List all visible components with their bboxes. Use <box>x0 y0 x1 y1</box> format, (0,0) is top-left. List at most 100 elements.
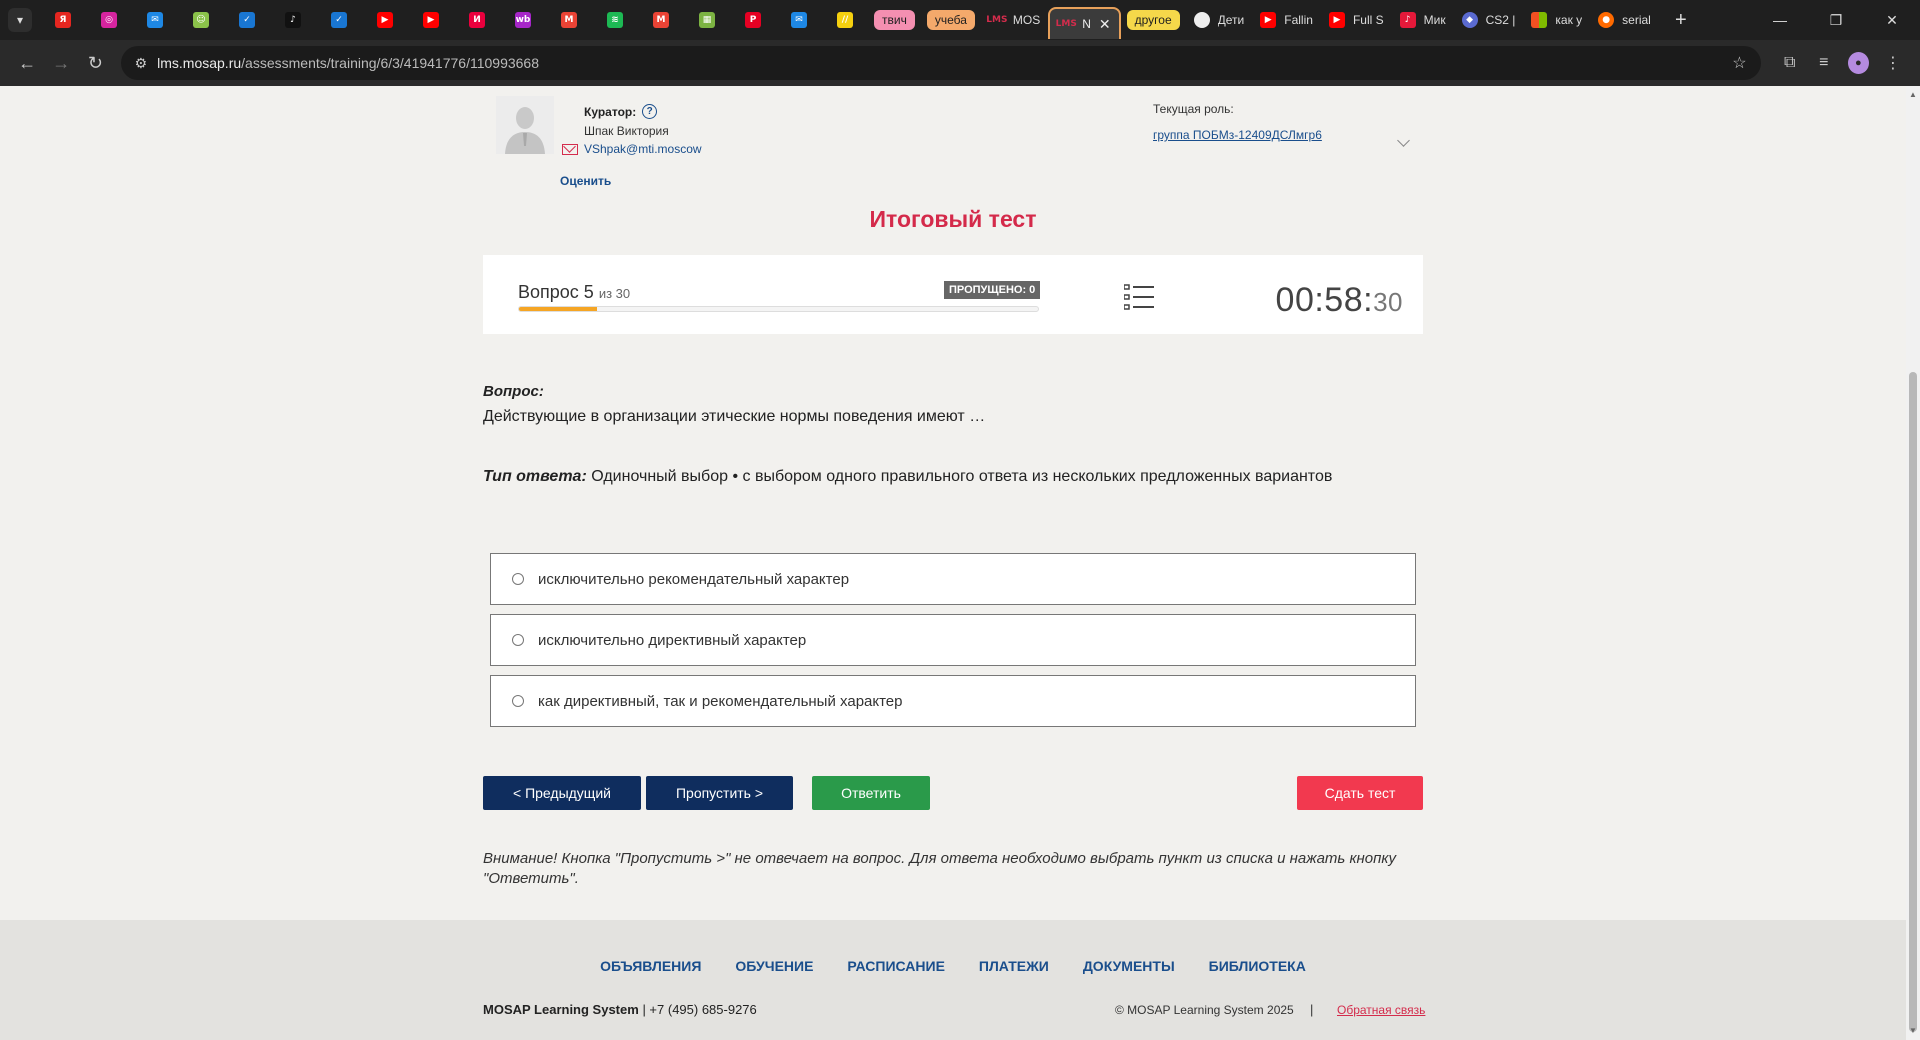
footer-link-documents[interactable]: ДОКУМЕНТЫ <box>1083 958 1175 974</box>
pinned-tab[interactable]: ✉ <box>776 0 822 40</box>
answer-option[interactable]: как директивный, так и рекомендательный … <box>490 675 1416 727</box>
previous-button[interactable]: < Предыдущий <box>483 776 641 810</box>
curator-email-link[interactable]: VShpak@mti.moscow <box>584 142 702 156</box>
feedback-link[interactable]: Обратная связь <box>1337 1003 1425 1017</box>
gmail-icon: M <box>653 12 669 28</box>
current-role: Текущая роль: группа ПОБМз-12409ДСЛмгр6 <box>1153 102 1410 147</box>
new-tab-icon[interactable]: + <box>1667 9 1695 32</box>
pinned-tab[interactable]: ≋ <box>592 0 638 40</box>
tab-title: Fallin <box>1284 13 1313 27</box>
footer-link-learning[interactable]: ОБУЧЕНИЕ <box>735 958 813 974</box>
question-block: Вопрос: Действующие в организации этичес… <box>483 383 1423 426</box>
tab-serial[interactable]: ● serial <box>1590 0 1659 40</box>
serial-icon: ● <box>1598 12 1615 28</box>
question-number: Вопрос 5 <box>518 282 594 302</box>
radio-button[interactable] <box>512 695 524 707</box>
answer-button[interactable]: Ответить <box>812 776 930 810</box>
scroll-thumb[interactable] <box>1909 372 1917 1032</box>
footer-separator: | <box>1310 1002 1314 1017</box>
radio-button[interactable] <box>512 573 524 585</box>
notice-text: Внимание! Кнопка "Пропустить >" не отвеч… <box>483 850 1396 887</box>
answer-type-label: Тип ответа: <box>483 468 587 485</box>
profile-avatar-icon[interactable]: ● <box>1847 52 1869 74</box>
tab-full[interactable]: ▶ Full S <box>1321 0 1392 40</box>
skip-button[interactable]: Пропустить > <box>646 776 793 810</box>
pinned-tab[interactable]: // <box>822 0 868 40</box>
footer-link-schedule[interactable]: РАСПИСАНИЕ <box>847 958 945 974</box>
tab-fallin[interactable]: ▶ Fallin <box>1252 0 1321 40</box>
youtube-icon: ▶ <box>1260 12 1277 28</box>
footer-link-library[interactable]: БИБЛИОТЕКА <box>1209 958 1306 974</box>
progress-bar <box>518 306 1039 312</box>
back-icon[interactable]: ← <box>10 45 44 81</box>
extensions-icon[interactable]: ⧉ <box>1773 45 1807 81</box>
messages-icon: ✉ <box>147 12 163 28</box>
reload-icon[interactable]: ↻ <box>78 45 112 81</box>
answer-option[interactable]: исключительно рекомендательный характер <box>490 553 1416 605</box>
submit-test-button[interactable]: Сдать тест <box>1297 776 1423 810</box>
tab-title: Дети <box>1217 13 1245 27</box>
footer-brand: MOSAP Learning System | +7 (495) 685-927… <box>483 1002 757 1017</box>
tab-search-button[interactable]: ▾ <box>8 8 32 32</box>
pinned-tab[interactable]: P <box>730 0 776 40</box>
bookmark-star-icon[interactable]: ☆ <box>1732 53 1746 73</box>
pinned-tab[interactable]: И <box>454 0 500 40</box>
option-label: исключительно директивный характер <box>538 631 807 649</box>
pinned-tab[interactable]: ▶ <box>362 0 408 40</box>
tab-mik[interactable]: ♪ Мик <box>1392 0 1454 40</box>
footer: ОБЪЯВЛЕНИЯ ОБУЧЕНИЕ РАСПИСАНИЕ ПЛАТЕЖИ Д… <box>0 920 1906 1040</box>
pinned-tab[interactable]: wb <box>500 0 546 40</box>
tab-title: CS2 | <box>1485 13 1516 27</box>
android-icon: ☺ <box>193 12 209 28</box>
radio-button[interactable] <box>512 634 524 646</box>
tab-group-twitch[interactable]: твич <box>874 10 915 30</box>
page-scrollbar[interactable]: ▲ ▼ <box>1906 86 1920 1040</box>
tab-kak[interactable]: как у <box>1523 0 1590 40</box>
scroll-down-icon[interactable]: ▼ <box>1906 1024 1920 1038</box>
pinned-tab[interactable]: M <box>546 0 592 40</box>
pinned-tab[interactable]: ☺ <box>178 0 224 40</box>
pinned-tab[interactable]: ♪ <box>270 0 316 40</box>
tab-title: Мик <box>1423 13 1446 27</box>
tab-deti[interactable]: Дети <box>1186 0 1253 40</box>
question-list-icon[interactable] <box>1123 284 1154 310</box>
url-domain: lms.mosap.ru <box>157 55 242 71</box>
lines-icon: // <box>837 12 853 28</box>
pinned-tab[interactable]: ✓ <box>224 0 270 40</box>
browser-tab-bar: ▾ Я ◎ ✉ ☺ ✓ ♪ ✓ ▶ ▶ Иwb M ≋ M ▦ P ✉ // твич учеба LMS MO… <box>0 0 1920 40</box>
pinned-tab[interactable]: ✉ <box>132 0 178 40</box>
tab-group-other[interactable]: другое <box>1126 10 1180 30</box>
tab-cs2[interactable]: ◆ CS2 | <box>1454 0 1524 40</box>
close-icon[interactable]: ✕ <box>1099 16 1111 33</box>
pinterest-icon: P <box>745 12 761 28</box>
tab-mos[interactable]: LMS MOS <box>981 0 1048 40</box>
rate-curator-link[interactable]: Оценить <box>560 174 611 188</box>
help-icon[interactable]: ? <box>642 104 658 119</box>
microsoft-icon <box>1531 12 1548 28</box>
address-bar[interactable]: ⚙ lms.mosap.ru/assessments/training/6/3/… <box>120 46 1761 80</box>
minimize-icon[interactable]: — <box>1752 0 1808 40</box>
forward-icon[interactable]: → <box>44 45 78 81</box>
pinned-tab[interactable]: ▦ <box>684 0 730 40</box>
tab-group-study[interactable]: учеба <box>926 10 975 30</box>
wildberries-icon: wb <box>515 12 531 28</box>
gmail-icon: M <box>561 12 577 28</box>
answer-option[interactable]: исключительно директивный характер <box>490 614 1416 666</box>
tab-title: N <box>1082 17 1091 31</box>
role-select[interactable]: группа ПОБМз-12409ДСЛмгр6 <box>1153 128 1408 142</box>
pinned-tab[interactable]: Я <box>40 0 86 40</box>
curator-info: Куратор: ? Шпак Виктория VShpak@mti.mosc… <box>562 104 844 156</box>
scroll-up-icon[interactable]: ▲ <box>1906 88 1920 102</box>
pinned-tab[interactable]: ✓ <box>316 0 362 40</box>
restore-icon[interactable]: ❐ <box>1808 0 1864 40</box>
pinned-tab[interactable]: ◎ <box>86 0 132 40</box>
close-window-icon[interactable]: ✕ <box>1864 0 1920 40</box>
menu-dots-icon[interactable]: ⋮ <box>1876 45 1910 81</box>
media-control-icon[interactable]: ≡ <box>1807 45 1841 81</box>
tab-active-lms[interactable]: LMS N ✕ <box>1048 7 1121 39</box>
pinned-tab[interactable]: M <box>638 0 684 40</box>
footer-link-payments[interactable]: ПЛАТЕЖИ <box>979 958 1049 974</box>
pinned-tab[interactable]: ▶ <box>408 0 454 40</box>
footer-link-announcements[interactable]: ОБЪЯВЛЕНИЯ <box>600 958 701 974</box>
site-info-icon[interactable]: ⚙ <box>135 55 148 72</box>
